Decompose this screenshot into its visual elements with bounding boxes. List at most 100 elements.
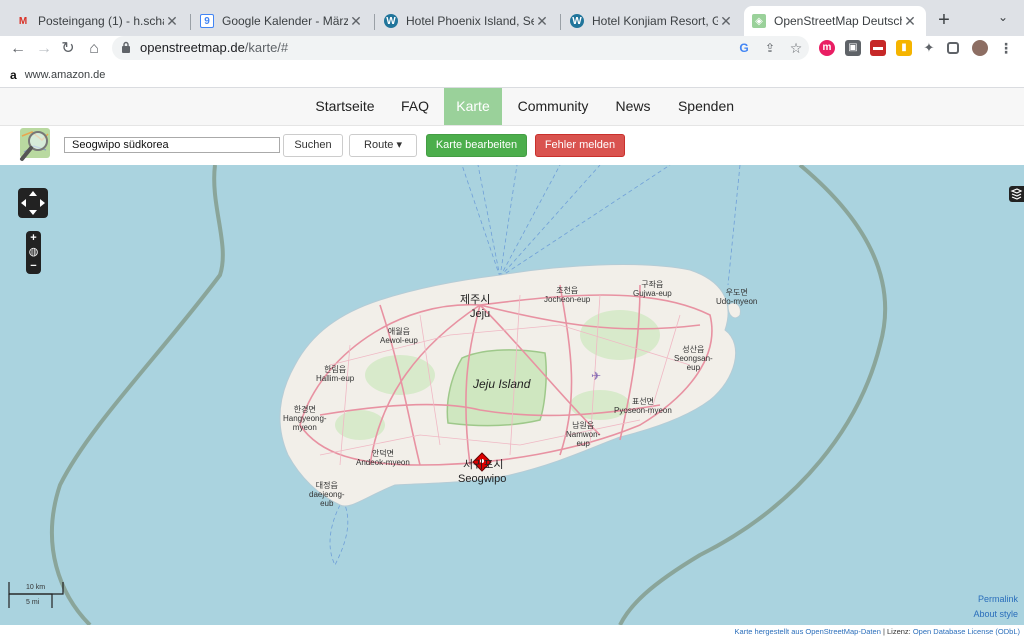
permalink-link[interactable]: Permalink (973, 592, 1018, 607)
close-tab-icon[interactable]: ✕ (348, 13, 364, 30)
map-label-pyoseon: 표선면 Pyoseon-myeon (614, 397, 672, 415)
close-tab-icon[interactable]: ✕ (534, 13, 550, 30)
tab-title: OpenStreetMap Deutschland (774, 14, 902, 28)
map-label-andeok: 안덕면 Andeok-myeon (356, 449, 410, 467)
wordpress-icon: W (570, 14, 584, 28)
tab-separator (560, 14, 561, 30)
layers-icon[interactable] (1009, 186, 1024, 202)
osm-magnifier-logo[interactable] (18, 126, 56, 164)
map-label-namwon: 남원읍 Namwon- eup (566, 421, 601, 448)
nav-startseite[interactable]: Startseite (308, 88, 382, 125)
layers-stack-icon (1010, 188, 1023, 200)
map-label-daejeong: 대정읍 daejeong- eub (309, 481, 345, 508)
airport-icon: ✈ (591, 369, 601, 383)
nav-community[interactable]: Community (510, 88, 596, 125)
tab-search-chevron-icon[interactable]: ⌄ (998, 10, 1008, 24)
amazon-icon: a (10, 68, 17, 82)
forward-icon[interactable]: → (34, 39, 54, 59)
tab-gmail[interactable]: M Posteingang (1) - h.schattke@ ✕ (8, 6, 188, 36)
map-label-jeju-island: Jeju Island (473, 377, 531, 391)
osm-icon: ◈ (752, 14, 766, 28)
lock-icon (122, 41, 130, 53)
wordpress-icon: W (384, 14, 398, 28)
tab-title: Google Kalender - März 2023 (222, 14, 348, 28)
about-style-link[interactable]: About style (973, 607, 1018, 622)
pan-control[interactable] (18, 188, 48, 218)
calendar-icon: 9 (200, 14, 214, 28)
zoom-control: + ◍ − (26, 231, 41, 274)
nav-karte[interactable]: Karte (444, 88, 502, 125)
map-label-hangyeong: 한경면 Hangyeong- myeon (283, 405, 327, 432)
tab-separator (190, 14, 191, 30)
tab-title: Posteingang (1) - h.schattke@ (38, 14, 164, 28)
search-input[interactable] (64, 137, 280, 153)
new-tab-icon[interactable]: + (934, 9, 954, 32)
map-links: Permalink About style (973, 592, 1018, 622)
url-text: openstreetmap.de/karte/# (140, 40, 288, 55)
tab-title: Hotel Phoenix Island, Seogwi (406, 14, 534, 28)
browser-tab-bar: M Posteingang (1) - h.schattke@ ✕ 9 Goog… (0, 0, 1024, 36)
bookmark-star-icon[interactable]: ☆ (788, 40, 804, 56)
address-bar[interactable]: openstreetmap.de/karte/# G ⇪ ☆ (112, 36, 809, 60)
map-label-gujwa: 구좌읍 Gujwa-eup (633, 280, 672, 298)
tab-openstreetmap[interactable]: ◈ OpenStreetMap Deutschland ✕ (744, 6, 926, 36)
extension-icon[interactable]: ▣ (845, 40, 861, 56)
globe-icon[interactable]: ◍ (26, 245, 41, 259)
extension-icon[interactable]: ▬ (870, 40, 886, 56)
map-label-jeju-ko: 제주시 (460, 294, 491, 306)
map-label-jocheon: 조천읍 Jocheon-eup (544, 286, 591, 304)
report-error-button[interactable]: Fehler melden (535, 134, 625, 157)
maritime-boundary-west (50, 165, 225, 625)
zoom-out-icon[interactable]: − (26, 259, 41, 273)
nav-faq[interactable]: FAQ (392, 88, 438, 125)
close-tab-icon[interactable]: ✕ (718, 13, 734, 30)
tab-separator (374, 14, 375, 30)
side-panel-icon[interactable] (947, 42, 959, 54)
map-label-seogwipo-en: Seogwipo (458, 473, 507, 485)
browser-menu-icon[interactable]: ⋮ (998, 40, 1014, 56)
bookmark-label: www.amazon.de (24, 69, 106, 81)
url-path: /karte/# (244, 40, 289, 55)
pan-arrows-icon (21, 191, 45, 215)
map-render: ✈ (50, 165, 888, 625)
reload-icon[interactable]: ↻ (58, 39, 78, 59)
map-label-hallim: 한림읍 Hallim-eup (316, 365, 355, 383)
extensions-puzzle-icon[interactable]: ✦ (921, 40, 937, 56)
bookmarks-bar: a www.amazon.de (0, 62, 1024, 88)
home-icon[interactable]: ⌂ (84, 39, 104, 59)
osm-search-bar: Suchen Route ▾ Karte bearbeiten Fehler m… (0, 126, 1024, 165)
license-link[interactable]: Open Database License (ODbL) (913, 627, 1020, 636)
tab-calendar[interactable]: 9 Google Kalender - März 2023 ✕ (192, 6, 372, 36)
close-tab-icon[interactable]: ✕ (902, 13, 918, 30)
tab-hotel-konjiam[interactable]: W Hotel Konjiam Resort, Gwang ✕ (562, 6, 742, 36)
bookmark-amazon[interactable]: a www.amazon.de (10, 68, 105, 82)
map-label-jeju-en: Jeju (470, 308, 491, 320)
extension-icon[interactable]: m (819, 40, 835, 56)
map-canvas[interactable]: ✈ 제주시 Jeju 조천읍 Jocheon-eup 구좌읍 Gujwa-eup… (0, 165, 1024, 625)
nav-news[interactable]: News (608, 88, 658, 125)
close-tab-icon[interactable]: ✕ (164, 13, 180, 30)
scale-mi: 5 mi (26, 599, 40, 606)
route-dropdown-button[interactable]: Route ▾ (349, 134, 417, 157)
back-icon[interactable]: ← (8, 39, 28, 59)
tab-title: Hotel Konjiam Resort, Gwang (592, 14, 718, 28)
edit-map-button[interactable]: Karte bearbeiten (426, 134, 527, 157)
tab-hotel-phoenix[interactable]: W Hotel Phoenix Island, Seogwi ✕ (376, 6, 558, 36)
extension-icon[interactable]: ▮ (896, 40, 912, 56)
google-translate-icon[interactable]: G (736, 40, 752, 56)
map-scale: 10 km 5 mi (8, 580, 64, 610)
scale-km: 10 km (26, 584, 46, 591)
nav-spenden[interactable]: Spenden (672, 88, 740, 125)
url-domain: openstreetmap.de (140, 40, 245, 55)
zoom-in-icon[interactable]: + (26, 231, 41, 245)
osm-navigation: Startseite FAQ Karte Community News Spen… (0, 88, 1024, 126)
share-icon[interactable]: ⇪ (762, 40, 778, 56)
profile-avatar[interactable] (972, 40, 988, 56)
search-button[interactable]: Suchen (283, 134, 343, 157)
attribution-separator: | Lizenz: (880, 627, 913, 636)
map-label-aewol: 애월읍 Aewol-eup (380, 327, 418, 345)
map-label-seogwipo-ko: 서귀포시 (463, 459, 504, 471)
attribution-osm-link[interactable]: Karte hergestellt aus OpenStreetMap-Date… (735, 627, 881, 636)
map-label-udo: 우도면 Udo-myeon (716, 288, 758, 306)
map-label-seongsan: 성산읍 Seongsan- eup (674, 345, 713, 372)
